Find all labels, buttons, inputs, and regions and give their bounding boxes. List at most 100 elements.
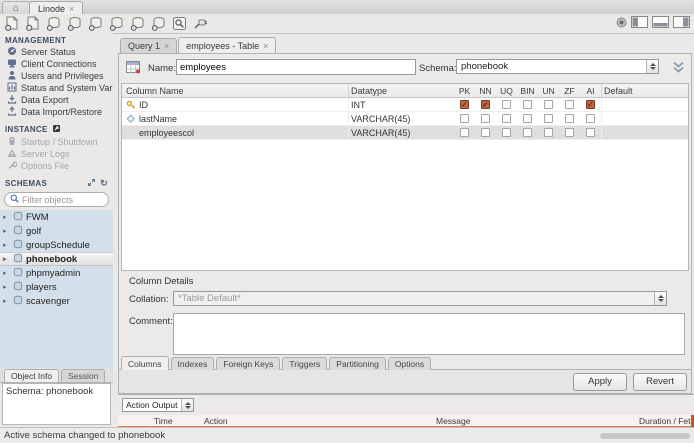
expand-arrow-icon[interactable]: ▸ bbox=[3, 269, 10, 277]
close-icon[interactable]: × bbox=[263, 41, 268, 51]
create-view-icon[interactable] bbox=[108, 15, 125, 31]
checkbox-un[interactable] bbox=[544, 114, 553, 123]
checkbox-pk[interactable] bbox=[460, 114, 469, 123]
checkbox-uq[interactable] bbox=[502, 100, 511, 109]
checkbox-zf[interactable] bbox=[565, 114, 574, 123]
checkbox-bin[interactable] bbox=[523, 100, 532, 109]
table-name-input[interactable] bbox=[176, 59, 416, 75]
grid-col-header-nn[interactable]: NN bbox=[475, 84, 496, 97]
grid-col-header-datatype[interactable]: Datatype bbox=[348, 84, 454, 97]
schema-item-phpmyadmin[interactable]: ▸ phpmyadmin bbox=[0, 266, 113, 280]
grid-col-header-bin[interactable]: BIN bbox=[517, 84, 538, 97]
subtab-options[interactable]: Options bbox=[387, 357, 432, 370]
checkbox-pk[interactable]: ✓ bbox=[460, 100, 469, 109]
checkbox-bin[interactable] bbox=[523, 128, 532, 137]
search-objects-icon[interactable] bbox=[171, 15, 188, 31]
output-selector[interactable]: Action Output bbox=[122, 398, 194, 412]
create-function-icon[interactable] bbox=[150, 15, 167, 31]
sidebar-item-options-file[interactable]: Options File bbox=[0, 160, 113, 172]
connection-tab[interactable]: Linode × bbox=[29, 1, 84, 15]
grid-col-header-ai[interactable]: AI bbox=[580, 84, 601, 97]
grid-col-header-zf[interactable]: ZF bbox=[559, 84, 580, 97]
doc-tab-query-1[interactable]: Query 1 × bbox=[120, 38, 178, 53]
checkbox-nn[interactable] bbox=[481, 114, 490, 123]
open-sql-script-icon[interactable] bbox=[24, 15, 41, 31]
tab-session[interactable]: Session bbox=[61, 369, 106, 382]
checkbox-zf[interactable] bbox=[565, 128, 574, 137]
checkbox-ai[interactable] bbox=[586, 114, 595, 123]
checkbox-uq[interactable] bbox=[502, 128, 511, 137]
schema-item-golf[interactable]: ▸ golf bbox=[0, 224, 113, 238]
grid-row-id[interactable]: ID INT ✓ ✓ ✓ bbox=[122, 98, 688, 112]
schema-select[interactable]: phonebook bbox=[456, 59, 659, 74]
sidebar-item-server-logs[interactable]: Server Logs bbox=[0, 148, 113, 160]
schema-item-groupschedule[interactable]: ▸ groupSchedule bbox=[0, 238, 113, 252]
toggle-output-panel-icon[interactable] bbox=[652, 16, 669, 28]
collation-select-stepper[interactable] bbox=[654, 292, 666, 305]
expand-arrow-icon[interactable]: ▸ bbox=[3, 241, 10, 249]
column-default[interactable] bbox=[601, 112, 688, 125]
horizontal-scrollbar[interactable] bbox=[600, 433, 690, 439]
tab-object-info[interactable]: Object Info bbox=[4, 369, 60, 382]
status-icon[interactable] bbox=[616, 17, 627, 28]
checkbox-bin[interactable] bbox=[523, 114, 532, 123]
toggle-sidebar-panel-icon[interactable] bbox=[631, 16, 648, 28]
schema-filter-input[interactable]: Filter objects bbox=[4, 192, 109, 207]
expand-arrow-icon[interactable]: ▸ bbox=[3, 213, 10, 221]
checkbox-nn[interactable] bbox=[481, 128, 490, 137]
revert-button[interactable]: Revert bbox=[633, 372, 687, 391]
collapse-editor-icon[interactable] bbox=[671, 61, 686, 77]
refresh-schemas-icon[interactable]: ↻ bbox=[100, 178, 108, 189]
checkbox-ai[interactable]: ✓ bbox=[586, 100, 595, 109]
create-table-icon[interactable] bbox=[87, 15, 104, 31]
grid-col-header-default[interactable]: Default bbox=[601, 84, 688, 97]
sidebar-item-startup-shutdown[interactable]: Startup / Shutdown bbox=[0, 136, 113, 148]
schema-select-stepper[interactable] bbox=[646, 60, 658, 73]
checkbox-nn[interactable]: ✓ bbox=[481, 100, 490, 109]
db-connection-icon[interactable] bbox=[45, 15, 62, 31]
expand-arrow-icon[interactable]: ▸ bbox=[3, 283, 10, 291]
checkbox-ai[interactable] bbox=[586, 128, 595, 137]
subtab-indexes[interactable]: Indexes bbox=[170, 357, 215, 370]
comment-textarea[interactable] bbox=[173, 313, 685, 355]
output-col-message[interactable]: Message bbox=[436, 415, 639, 426]
output-col-duration-fetch[interactable]: Duration / Fetch bbox=[639, 415, 694, 426]
output-selector-stepper[interactable] bbox=[181, 399, 193, 411]
schema-item-phonebook[interactable]: ▸ phonebook bbox=[0, 252, 113, 266]
grid-col-header-pk[interactable]: PK bbox=[454, 84, 475, 97]
new-sql-tab-icon[interactable] bbox=[3, 15, 20, 31]
reconnect-dbms-icon[interactable] bbox=[192, 15, 209, 31]
grid-col-header-un[interactable]: UN bbox=[538, 84, 559, 97]
create-schema-icon[interactable] bbox=[66, 15, 83, 31]
column-default[interactable] bbox=[601, 98, 688, 111]
checkbox-zf[interactable] bbox=[565, 100, 574, 109]
expand-arrow-icon[interactable]: ▸ bbox=[3, 227, 10, 235]
grid-col-header-uq[interactable]: UQ bbox=[496, 84, 517, 97]
expand-arrow-icon[interactable]: ▸ bbox=[3, 255, 10, 263]
output-col-time[interactable]: Time bbox=[154, 415, 204, 426]
subtab-partitioning[interactable]: Partitioning bbox=[329, 357, 386, 370]
schema-item-players[interactable]: ▸ players bbox=[0, 280, 113, 294]
schema-item-scavenger[interactable]: ▸ scavenger bbox=[0, 294, 113, 308]
sidebar-item-client-connections[interactable]: Client Connections bbox=[0, 58, 113, 70]
schema-item-fwm[interactable]: ▸ FWM bbox=[0, 210, 113, 224]
expand-schemas-icon[interactable] bbox=[87, 178, 96, 189]
sidebar-item-status-and-system-variables[interactable]: Status and System Variables bbox=[0, 82, 113, 94]
output-col-action[interactable]: Action bbox=[204, 415, 436, 426]
expand-arrow-icon[interactable]: ▸ bbox=[3, 297, 10, 305]
sidebar-item-data-export[interactable]: Data Export bbox=[0, 94, 113, 106]
grid-row-employeescol[interactable]: employeescol VARCHAR(45) bbox=[122, 126, 688, 140]
sidebar-item-data-import-restore[interactable]: Data Import/Restore bbox=[0, 106, 113, 118]
sidebar-item-server-status[interactable]: Server Status bbox=[0, 46, 113, 58]
grid-col-header-column-name[interactable]: Column Name bbox=[122, 84, 348, 97]
sidebar-item-users-and-privileges[interactable]: Users and Privileges bbox=[0, 70, 113, 82]
collation-select[interactable]: *Table Default* bbox=[173, 291, 667, 306]
toggle-secondary-panel-icon[interactable] bbox=[673, 16, 690, 28]
doc-tab-employees-table[interactable]: employees - Table × bbox=[178, 37, 277, 53]
home-tab[interactable]: ⌂ bbox=[2, 1, 30, 15]
create-procedure-icon[interactable] bbox=[129, 15, 146, 31]
checkbox-pk[interactable] bbox=[460, 128, 469, 137]
grid-row-lastname[interactable]: lastName VARCHAR(45) bbox=[122, 112, 688, 126]
subtab-foreign-keys[interactable]: Foreign Keys bbox=[216, 357, 281, 370]
checkbox-un[interactable] bbox=[544, 128, 553, 137]
